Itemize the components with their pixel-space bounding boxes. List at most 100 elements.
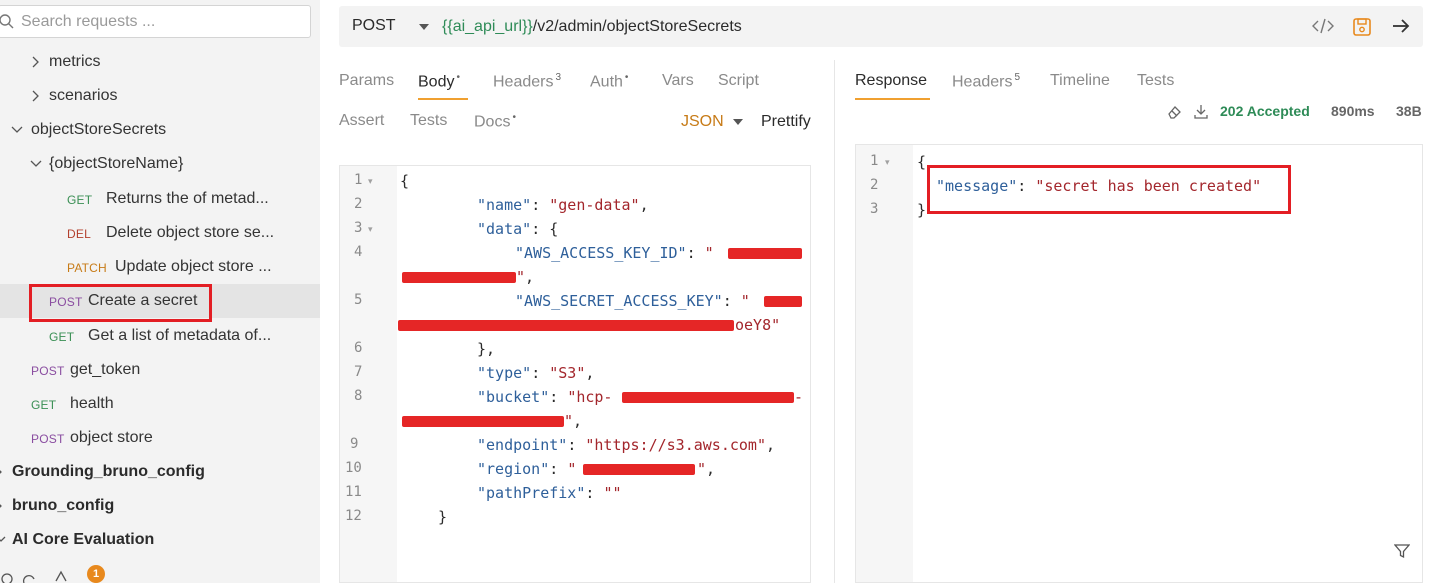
line-number: 2 <box>354 196 363 212</box>
method-select[interactable]: POST <box>352 17 396 35</box>
code-icon[interactable] <box>1312 17 1334 35</box>
settings-icon[interactable] <box>0 571 14 583</box>
method-badge: GET <box>67 193 93 207</box>
redaction-mark <box>764 296 802 307</box>
url-bar: POST {{ai_api_url}}/v2/admin/objectStore… <box>339 6 1423 47</box>
prettify-button[interactable]: Prettify <box>761 113 811 131</box>
method-badge: GET <box>31 398 57 412</box>
response-size: 38B <box>1396 103 1422 119</box>
highlight-box <box>927 165 1291 214</box>
fold-icon[interactable]: ▾ <box>885 157 890 168</box>
request-item[interactable]: PATCH Update object store ... <box>0 250 320 284</box>
redaction-mark <box>402 416 564 427</box>
fold-icon[interactable]: ▾ <box>368 224 373 235</box>
tab-docs[interactable]: Docs • <box>474 112 516 131</box>
response-time: 890ms <box>1331 103 1375 119</box>
body-mode-select[interactable]: JSON <box>681 113 724 131</box>
line-number: 7 <box>354 364 363 380</box>
request-label: object store <box>70 429 153 446</box>
collection-ai-core-evaluation[interactable]: AI Core Evaluation <box>0 523 320 557</box>
line-number: 4 <box>354 244 363 260</box>
tab-response-headers[interactable]: Headers 5 <box>952 72 1020 91</box>
chevron-down-icon <box>0 536 6 542</box>
request-item[interactable]: GET Get a list of metadata of... <box>0 319 320 353</box>
save-icon[interactable] <box>1352 17 1372 37</box>
tab-params[interactable]: Params <box>339 72 394 90</box>
chevron-right-icon <box>32 90 39 102</box>
tab-vars[interactable]: Vars <box>662 72 694 90</box>
filter-icon[interactable] <box>1394 543 1410 559</box>
tree-folder-objectstorename[interactable]: {objectStoreName} <box>0 147 320 181</box>
tab-tests[interactable]: Tests <box>410 112 447 130</box>
method-badge: GET <box>49 330 75 344</box>
collection-label: bruno_config <box>12 497 115 514</box>
url-input[interactable]: {{ai_api_url}}/v2/admin/objectStoreSecre… <box>442 18 742 36</box>
redaction-mark <box>402 272 516 283</box>
code-line: "pathPrefix": "" <box>477 484 622 502</box>
request-label: Get a list of metadata of... <box>88 327 272 344</box>
request-item[interactable]: GET health <box>0 387 320 421</box>
code-line: } <box>917 201 927 219</box>
tab-body[interactable]: Body • <box>418 72 460 91</box>
line-number: 2 <box>870 177 879 193</box>
tree-folder-scenarios[interactable]: scenarios <box>0 79 320 113</box>
code-line: "AWS_SECRET_ACCESS_KEY": " <box>515 292 750 310</box>
chevron-down-icon <box>11 126 23 133</box>
method-badge: PATCH <box>67 261 107 275</box>
code-line: }, <box>477 340 496 358</box>
eraser-icon[interactable] <box>1166 104 1182 120</box>
collection-label: AI Core Evaluation <box>12 531 155 548</box>
search-input[interactable]: Search requests ... <box>0 5 311 38</box>
line-number: 10 <box>345 460 362 476</box>
code-line: ", <box>697 460 716 478</box>
notification-badge: 1 <box>87 565 105 583</box>
collection-label: Grounding_bruno_config <box>12 463 205 480</box>
send-arrow-icon[interactable] <box>1391 17 1411 35</box>
url-variable: {{ai_api_url}} <box>442 18 533 35</box>
code-line: "bucket": "hcp- <box>477 388 613 406</box>
request-item[interactable]: POST object store <box>0 421 320 455</box>
tab-auth[interactable]: Auth • <box>590 72 628 91</box>
redaction-mark <box>728 248 802 259</box>
tab-headers[interactable]: Headers 3 <box>493 72 561 91</box>
cookie-icon[interactable] <box>22 571 36 583</box>
tree-folder-objectstoresecrets[interactable]: objectStoreSecrets <box>0 113 320 147</box>
redaction-mark <box>398 320 734 331</box>
request-item[interactable]: GET Returns the of metad... <box>0 182 320 216</box>
tab-response-tests[interactable]: Tests <box>1137 72 1174 90</box>
chevron-right-icon <box>0 504 2 508</box>
redaction-mark <box>622 392 794 403</box>
code-line: ", <box>564 412 583 430</box>
request-label: Returns the of metad... <box>106 190 269 207</box>
code-line: "type": "S3", <box>477 364 595 382</box>
request-item[interactable]: POST get_token <box>0 353 320 387</box>
notification-icon[interactable] <box>54 569 68 583</box>
tree-label: metrics <box>49 53 101 70</box>
tree-folder-metrics[interactable]: metrics <box>0 45 320 79</box>
status-badge: 202 Accepted <box>1220 103 1310 119</box>
collection-bruno-config[interactable]: bruno_config <box>0 489 320 523</box>
method-badge: DEL <box>67 227 91 241</box>
line-number: 5 <box>354 292 363 308</box>
tab-timeline[interactable]: Timeline <box>1050 72 1110 90</box>
tree-label: {objectStoreName} <box>49 155 184 172</box>
sidebar: Search requests ... metrics scenarios ob… <box>0 0 320 583</box>
request-item[interactable]: DEL Delete object store se... <box>0 216 320 250</box>
tree-label: objectStoreSecrets <box>31 121 167 138</box>
code-line: } <box>438 508 448 526</box>
download-icon[interactable] <box>1193 104 1209 120</box>
fold-icon[interactable]: ▾ <box>368 176 373 187</box>
pane-divider[interactable] <box>834 60 835 583</box>
code-line: "name": "gen-data", <box>477 196 649 214</box>
collection-grounding[interactable]: Grounding_bruno_config <box>0 455 320 489</box>
caret-down-icon[interactable] <box>419 24 429 30</box>
code-line: "AWS_ACCESS_KEY_ID": " <box>515 244 714 262</box>
caret-down-icon[interactable] <box>733 119 743 125</box>
line-number: 6 <box>354 340 363 356</box>
tab-assert[interactable]: Assert <box>339 112 384 130</box>
tab-script[interactable]: Script <box>718 72 759 90</box>
tab-response[interactable]: Response <box>855 72 927 90</box>
sidebar-footer <box>0 565 320 583</box>
code-line: - <box>794 388 804 406</box>
highlight-box <box>29 284 212 322</box>
